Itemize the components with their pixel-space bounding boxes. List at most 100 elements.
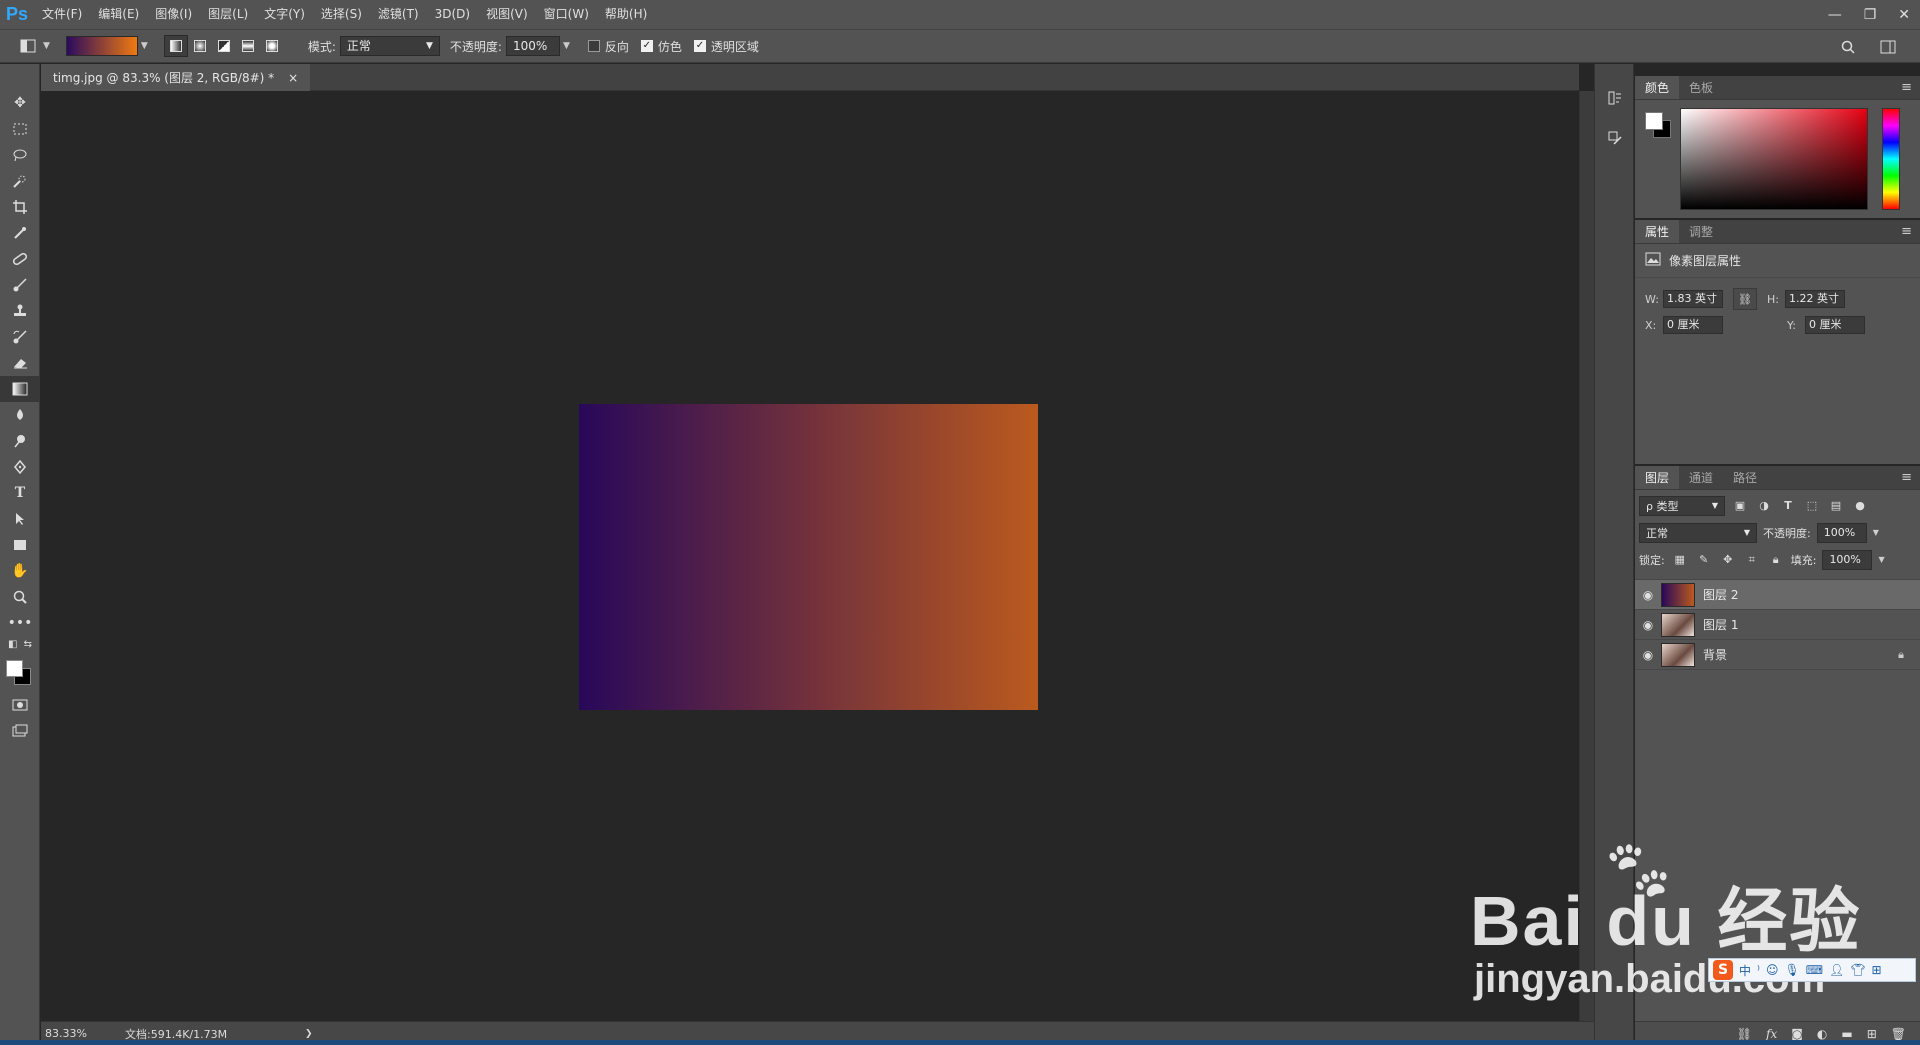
- trash-icon[interactable]: 🗑︎: [1891, 1027, 1906, 1041]
- width-input[interactable]: 1.83 英寸: [1663, 290, 1723, 308]
- pen-tool-icon[interactable]: [0, 454, 40, 480]
- dodge-tool-icon[interactable]: [0, 428, 40, 454]
- visibility-eye-icon[interactable]: ◉: [1635, 618, 1661, 632]
- swap-colors-icon[interactable]: ◧ ⇆: [0, 636, 40, 652]
- minimize-button[interactable]: —: [1828, 7, 1842, 23]
- menu-help[interactable]: 帮助(H): [597, 0, 655, 29]
- layer-row-layer-2[interactable]: ◉ 图层 2: [1635, 579, 1920, 609]
- layer-opacity-input[interactable]: 100%: [1816, 522, 1867, 543]
- lasso-tool-icon[interactable]: [0, 142, 40, 168]
- link-icon[interactable]: ⛓: [1733, 288, 1757, 310]
- shape-filter-icon[interactable]: ⬚: [1803, 499, 1821, 512]
- voice-icon[interactable]: 🎙︎: [1784, 963, 1799, 977]
- height-input[interactable]: 1.22 英寸: [1785, 290, 1845, 308]
- transparency-checkbox[interactable]: ✓ 透明区域: [693, 38, 759, 55]
- new-layer-icon[interactable]: ⊞: [1867, 1027, 1877, 1041]
- brush-tool-icon[interactable]: [0, 272, 40, 298]
- layer-row-background[interactable]: ◉ 背景 🔒︎: [1635, 639, 1920, 669]
- blend-mode-select[interactable]: 正常 ▼: [1639, 522, 1757, 543]
- tab-layers[interactable]: 图层: [1635, 466, 1680, 489]
- chevron-down-icon[interactable]: ▼: [141, 41, 148, 51]
- tab-channels[interactable]: 通道: [1679, 466, 1723, 489]
- link-layers-icon[interactable]: ⛓: [1737, 1027, 1752, 1041]
- document-tab[interactable]: timg.jpg @ 83.3% (图层 2, RGB/8#) * ×: [41, 64, 311, 91]
- lock-image-icon[interactable]: ✎: [1695, 553, 1713, 566]
- menu-window[interactable]: 窗口(W): [536, 0, 597, 29]
- lock-transparent-icon[interactable]: ▦: [1671, 553, 1689, 566]
- x-input[interactable]: 0 厘米: [1663, 316, 1723, 334]
- group-folder-icon[interactable]: ▬: [1841, 1027, 1852, 1041]
- color-swatches[interactable]: [0, 652, 40, 692]
- linear-gradient-button[interactable]: [163, 35, 188, 57]
- search-icon[interactable]: [1836, 36, 1860, 58]
- lock-all-icon[interactable]: 🔒︎: [1767, 553, 1785, 567]
- type-filter-icon[interactable]: T: [1779, 499, 1797, 512]
- dither-check-box[interactable]: ✓: [640, 40, 653, 52]
- gradient-picker[interactable]: [65, 36, 138, 56]
- crop-tool-icon[interactable]: [0, 194, 40, 220]
- zoom-level[interactable]: 83.33%: [45, 1027, 125, 1040]
- quick-mask-icon[interactable]: [0, 692, 40, 718]
- skin-icon[interactable]: 👕︎: [1850, 963, 1865, 977]
- ime-lang[interactable]: 中: [1739, 962, 1751, 979]
- radial-gradient-button[interactable]: [188, 35, 212, 57]
- tab-adjustments[interactable]: 调整: [1679, 220, 1723, 243]
- reflected-gradient-button[interactable]: [236, 35, 260, 57]
- chevron-down-icon[interactable]: ▼: [1873, 528, 1879, 537]
- tab-paths[interactable]: 路径: [1723, 466, 1767, 489]
- more-tools-icon[interactable]: •••: [0, 610, 40, 636]
- type-tool-icon[interactable]: T: [0, 480, 40, 506]
- angle-gradient-button[interactable]: [212, 35, 236, 57]
- chevron-down-icon[interactable]: ▼: [1878, 555, 1884, 564]
- hue-slider[interactable]: [1882, 108, 1900, 210]
- reverse-check-box[interactable]: [587, 40, 600, 52]
- zoom-tool-icon[interactable]: [0, 584, 40, 610]
- visibility-eye-icon[interactable]: ◉: [1635, 588, 1661, 602]
- chevron-down-icon[interactable]: ▼: [43, 41, 50, 51]
- adjustment-layer-icon[interactable]: ◐: [1817, 1027, 1827, 1041]
- menu-filter[interactable]: 滤镜(T): [370, 0, 427, 29]
- gradient-canvas[interactable]: [579, 404, 1038, 710]
- panel-menu-icon[interactable]: ≡: [1901, 220, 1912, 244]
- menu-3d[interactable]: 3D(D): [427, 0, 478, 29]
- brush-settings-panel-icon[interactable]: [1595, 118, 1635, 158]
- transparency-check-box[interactable]: ✓: [693, 40, 706, 52]
- lock-artboard-icon[interactable]: ⌗: [1743, 553, 1761, 567]
- user-icon[interactable]: 👤︎: [1829, 963, 1844, 977]
- rectangle-tool-icon[interactable]: [0, 532, 40, 558]
- color-picker-field[interactable]: [1680, 108, 1868, 210]
- add-mask-icon[interactable]: ◙: [1791, 1027, 1803, 1041]
- adjustment-filter-icon[interactable]: ◑: [1755, 499, 1773, 512]
- image-filter-icon[interactable]: ▣: [1731, 499, 1749, 512]
- quick-selection-tool-icon[interactable]: [0, 168, 40, 194]
- tool-preset-icon[interactable]: [16, 35, 40, 57]
- close-tab-icon[interactable]: ×: [288, 71, 298, 85]
- y-input[interactable]: 0 厘米: [1805, 316, 1865, 334]
- tab-color[interactable]: 颜色: [1635, 76, 1680, 99]
- punctuation-icon[interactable]: ⁾: [1757, 963, 1760, 977]
- menu-image[interactable]: 图像(I): [147, 0, 200, 29]
- gradient-tool-icon[interactable]: [0, 376, 40, 402]
- visibility-eye-icon[interactable]: ◉: [1635, 648, 1661, 662]
- dither-checkbox[interactable]: ✓ 仿色: [640, 38, 682, 55]
- chevron-down-icon[interactable]: ▼: [563, 41, 570, 51]
- menu-file[interactable]: 文件(F): [34, 0, 90, 29]
- eraser-tool-icon[interactable]: [0, 350, 40, 376]
- foreground-color-swatch[interactable]: [6, 660, 23, 677]
- menu-view[interactable]: 视图(V): [478, 0, 536, 29]
- screen-mode-icon[interactable]: [0, 718, 40, 744]
- reverse-checkbox[interactable]: 反向: [587, 38, 629, 55]
- menu-layer[interactable]: 图层(L): [200, 0, 256, 29]
- workspace-icon[interactable]: [1876, 36, 1900, 58]
- history-panel-icon[interactable]: [1595, 78, 1635, 118]
- lock-position-icon[interactable]: ✥: [1719, 553, 1737, 566]
- filter-toggle-icon[interactable]: ●: [1851, 499, 1869, 512]
- path-selection-tool-icon[interactable]: [0, 506, 40, 532]
- history-brush-tool-icon[interactable]: [0, 324, 40, 350]
- menu-select[interactable]: 选择(S): [313, 0, 370, 29]
- eyedropper-tool-icon[interactable]: [0, 220, 40, 246]
- menu-edit[interactable]: 编辑(E): [90, 0, 147, 29]
- fx-icon[interactable]: fx: [1766, 1027, 1777, 1041]
- layer-row-layer-1[interactable]: ◉ 图层 1: [1635, 609, 1920, 639]
- panel-menu-icon[interactable]: ≡: [1901, 466, 1912, 490]
